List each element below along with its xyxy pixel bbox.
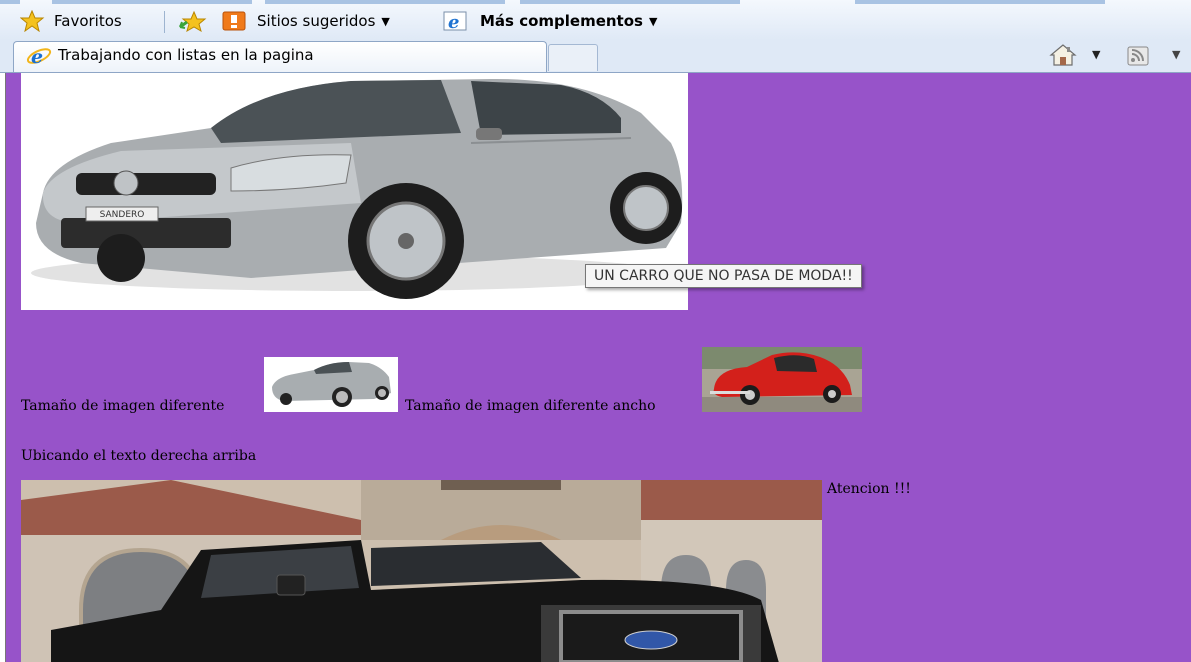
- caption-different-size: Tamaño de imagen diferente: [21, 398, 225, 414]
- caption-attention: Atencion !!!: [827, 481, 911, 497]
- new-tab-button[interactable]: [548, 44, 598, 71]
- car-image-small: [264, 357, 398, 412]
- red-beetle-image: [702, 347, 862, 412]
- internet-explorer-icon: e: [26, 46, 52, 67]
- pickup-truck-image: [21, 480, 822, 662]
- web-page: SANDERO UN CARRO QUE NO PASA DE MODA!! T…: [6, 73, 1191, 662]
- favorites-star-icon: [20, 10, 45, 32]
- caption-different-width: Tamaño de imagen diferente ancho: [405, 398, 656, 414]
- tab-title: Trabajando con listas en la pagina: [58, 46, 314, 64]
- image-tooltip: UN CARRO QUE NO PASA DE MODA!!: [585, 264, 862, 288]
- suggested-sites-icon: [222, 11, 246, 31]
- favorites-button[interactable]: Favoritos: [20, 10, 122, 32]
- chevron-down-icon[interactable]: ▼: [1172, 48, 1180, 61]
- home-icon[interactable]: [1048, 42, 1078, 68]
- sandero-badge: SANDERO: [100, 210, 145, 220]
- window-frame-line: [855, 0, 1105, 4]
- chevron-down-icon: ▼: [648, 14, 658, 28]
- more-addons-button[interactable]: e Más complementos ▼: [443, 10, 657, 32]
- feeds-icon[interactable]: [1126, 44, 1152, 68]
- favorites-bar: Favoritos Sitios sugeridos ▼ e Más compl…: [0, 0, 1191, 40]
- internet-explorer-icon: e: [443, 11, 467, 32]
- separator: [164, 11, 165, 33]
- window-frame-line: [0, 0, 20, 4]
- svg-text:e: e: [448, 12, 459, 32]
- window-frame-line: [520, 0, 740, 4]
- caption-text-top-right: Ubicando el texto derecha arriba: [21, 448, 257, 464]
- more-addons-label: Más complementos: [480, 12, 643, 30]
- chevron-down-icon: ▼: [381, 14, 390, 28]
- add-favorite-star-icon: [179, 10, 207, 32]
- chevron-down-icon[interactable]: ▼: [1092, 48, 1100, 61]
- favorites-label: Favoritos: [54, 12, 122, 30]
- window-frame-line: [265, 0, 505, 4]
- svg-text:e: e: [31, 46, 43, 67]
- add-to-favorites-bar-button[interactable]: [178, 10, 210, 32]
- suggested-sites-label: Sitios sugeridos: [257, 12, 376, 30]
- window-frame-line: [52, 0, 252, 4]
- suggested-sites-button[interactable]: Sitios sugeridos ▼: [222, 10, 390, 32]
